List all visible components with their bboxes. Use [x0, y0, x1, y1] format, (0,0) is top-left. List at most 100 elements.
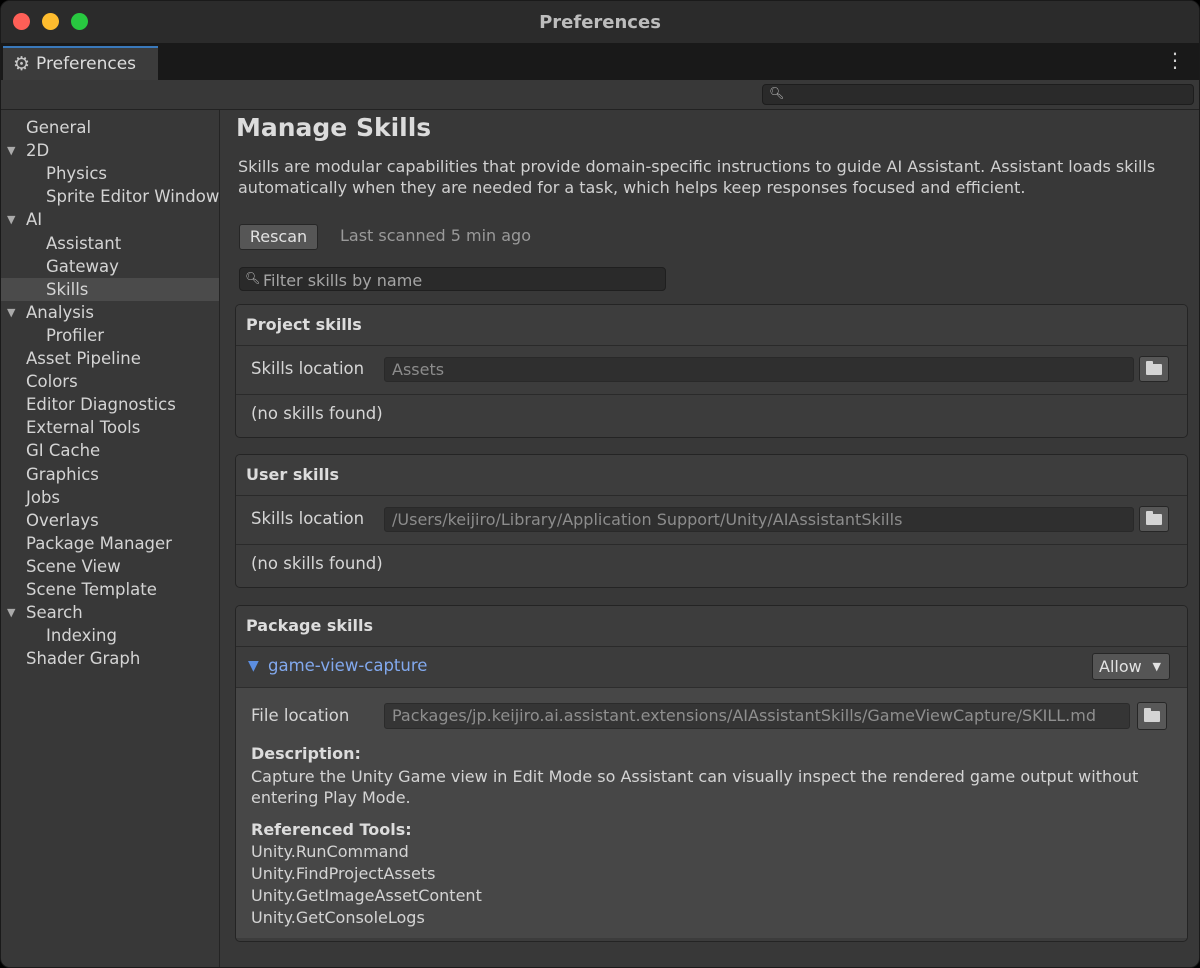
- project-skills-title: Project skills: [236, 305, 1187, 346]
- sidebar-item-assistant[interactable]: Assistant: [1, 232, 219, 255]
- file-browse-button[interactable]: [1137, 702, 1167, 730]
- sidebar-item-label: Jobs: [26, 487, 61, 507]
- caret-down-icon: ▼: [1152, 660, 1161, 673]
- settings-search-field[interactable]: 🔍︎: [762, 84, 1194, 106]
- user-location-field[interactable]: /Users/keijiro/Library/Application Suppo…: [384, 507, 1134, 532]
- package-skills-title: Package skills: [236, 606, 1187, 647]
- sidebar-item-label: Analysis: [26, 302, 94, 322]
- sidebar-item-graphics[interactable]: Graphics: [1, 463, 219, 486]
- sidebar-item-label: Physics: [46, 164, 108, 184]
- sidebar-item-label: Profiler: [46, 325, 105, 345]
- permission-dropdown[interactable]: Allow ▼: [1092, 653, 1170, 680]
- referenced-tools-label: Referenced Tools:: [251, 820, 412, 839]
- user-empty-message: (no skills found): [251, 554, 383, 573]
- project-location-label: Skills location: [251, 359, 365, 378]
- sidebar-item-label: Editor Diagnostics: [26, 395, 176, 415]
- last-scanned-status: Last scanned 5 min ago: [340, 226, 531, 245]
- user-location-row: Skills location /Users/keijiro/Library/A…: [236, 496, 1187, 545]
- sidebar-item-label: GI Cache: [26, 441, 101, 461]
- sidebar-item-package-manager[interactable]: Package Manager: [1, 532, 219, 555]
- sidebar-item-colors[interactable]: Colors: [1, 370, 219, 393]
- project-location-row: Skills location Assets: [236, 346, 1187, 395]
- skill-description: Capture the Unity Game view in Edit Mode…: [251, 767, 1139, 807]
- skill-header[interactable]: ▼ game-view-capture Allow ▼: [236, 647, 1187, 688]
- project-browse-button[interactable]: [1139, 356, 1169, 382]
- sidebar-item-editor-diagnostics[interactable]: Editor Diagnostics: [1, 393, 219, 416]
- expand-arrow-icon[interactable]: ▼: [7, 139, 15, 162]
- expand-arrow-icon[interactable]: ▼: [7, 208, 15, 231]
- sidebar-item-scene-template[interactable]: Scene Template: [1, 578, 219, 601]
- folder-icon: [1146, 361, 1162, 375]
- preferences-window: Preferences ⚙ Preferences ⋮ 🔍︎ General ▼ 2…: [0, 0, 1200, 968]
- file-location-field[interactable]: Packages/jp.keijiro.ai.assistant.extensi…: [384, 703, 1130, 729]
- sidebar-item-general[interactable]: General: [1, 116, 219, 139]
- sidebar-item-label: Overlays: [26, 510, 99, 530]
- sidebar-item-shader-graph[interactable]: Shader Graph: [1, 647, 219, 670]
- sidebar-item-analysis[interactable]: ▼ Analysis: [1, 301, 219, 324]
- zoom-window-button[interactable]: [71, 13, 88, 30]
- expand-arrow-icon[interactable]: ▼: [7, 301, 15, 324]
- sidebar-item-label: Assistant: [46, 233, 122, 253]
- folder-icon: [1144, 708, 1160, 722]
- sidebar-item-label: Skills: [46, 279, 89, 299]
- sidebar-item-scene-view[interactable]: Scene View: [1, 555, 219, 578]
- sidebar-item-jobs[interactable]: Jobs: [1, 486, 219, 509]
- filter-field[interactable]: 🔍︎: [239, 267, 666, 291]
- search-icon: 🔍︎: [245, 271, 261, 285]
- sidebar-item-profiler[interactable]: Profiler: [1, 324, 219, 347]
- sidebar-item-label: Package Manager: [26, 533, 172, 553]
- tool-item: Unity.RunCommand: [251, 842, 409, 861]
- sidebar-item-external-tools[interactable]: External Tools: [1, 416, 219, 439]
- sidebar-item-indexing[interactable]: Indexing: [1, 624, 219, 647]
- sidebar-item-sprite-editor-window[interactable]: Sprite Editor Window: [1, 185, 219, 208]
- sidebar-item-gi-cache[interactable]: GI Cache: [1, 439, 219, 462]
- tool-item: Unity.GetConsoleLogs: [251, 908, 425, 927]
- sidebar-item-search[interactable]: ▼ Search: [1, 601, 219, 624]
- title-bar: Preferences: [1, 1, 1199, 43]
- sidebar-item-label: Sprite Editor Window: [46, 187, 220, 207]
- close-window-button[interactable]: [13, 13, 30, 30]
- more-options-icon[interactable]: ⋮: [1165, 50, 1185, 70]
- sidebar-item-asset-pipeline[interactable]: Asset Pipeline: [1, 347, 219, 370]
- rescan-button[interactable]: Rescan: [239, 224, 318, 250]
- sidebar-item-label: Asset Pipeline: [26, 349, 141, 368]
- sidebar-item-label: Indexing: [46, 626, 117, 646]
- sidebar-item-label: AI: [26, 210, 43, 230]
- sidebar-item-label: External Tools: [26, 418, 141, 438]
- sidebar-item-label: 2D: [26, 141, 50, 161]
- project-skills-panel: Project skills Skills location Assets (n…: [235, 304, 1188, 438]
- project-location-field[interactable]: Assets: [384, 357, 1134, 382]
- expand-arrow-icon[interactable]: ▼: [7, 601, 15, 624]
- skill-details: File location Packages/jp.keijiro.ai.ass…: [236, 688, 1187, 938]
- tab-bar: ⚙ Preferences ⋮: [1, 43, 1199, 80]
- tab-preferences[interactable]: ⚙ Preferences: [3, 46, 158, 80]
- file-location-label: File location: [251, 706, 350, 725]
- sidebar-item-gateway[interactable]: Gateway: [1, 255, 219, 278]
- sidebar-item-ai[interactable]: ▼ AI: [1, 208, 219, 231]
- sidebar-item-2d[interactable]: ▼ 2D: [1, 139, 219, 162]
- main-content: Manage Skills Skills are modular capabil…: [221, 110, 1199, 967]
- window-title: Preferences: [539, 11, 661, 33]
- sidebar-item-skills[interactable]: Skills: [1, 277, 219, 301]
- skill-name[interactable]: game-view-capture: [268, 656, 427, 675]
- filter-skills-input[interactable]: [261, 269, 665, 291]
- permission-value: Allow: [1099, 657, 1142, 676]
- tool-item: Unity.GetImageAssetContent: [251, 886, 482, 905]
- minimize-window-button[interactable]: [42, 13, 59, 30]
- sidebar-item-overlays[interactable]: Overlays: [1, 509, 219, 532]
- search-icon: 🔍︎: [769, 86, 785, 100]
- sidebar-item-label: Scene View: [26, 556, 121, 576]
- user-browse-button[interactable]: [1139, 506, 1169, 532]
- sidebar-item-label: Scene Template: [26, 580, 157, 599]
- sidebar-item-label: Search: [26, 603, 83, 623]
- page-description: Skills are modular capabilities that pro…: [238, 157, 1156, 197]
- sidebar-item-label: Colors: [26, 372, 78, 392]
- user-skills-panel: User skills Skills location /Users/keiji…: [235, 454, 1188, 588]
- sidebar-item-physics[interactable]: Physics: [1, 162, 219, 185]
- description-label: Description:: [251, 744, 361, 763]
- settings-search-input[interactable]: [783, 85, 1192, 106]
- toolbar: 🔍︎: [1, 80, 1199, 110]
- sidebar-item-label: Graphics: [26, 464, 99, 484]
- expand-triangle-icon[interactable]: ▼: [248, 658, 259, 674]
- user-location-label: Skills location: [251, 509, 365, 528]
